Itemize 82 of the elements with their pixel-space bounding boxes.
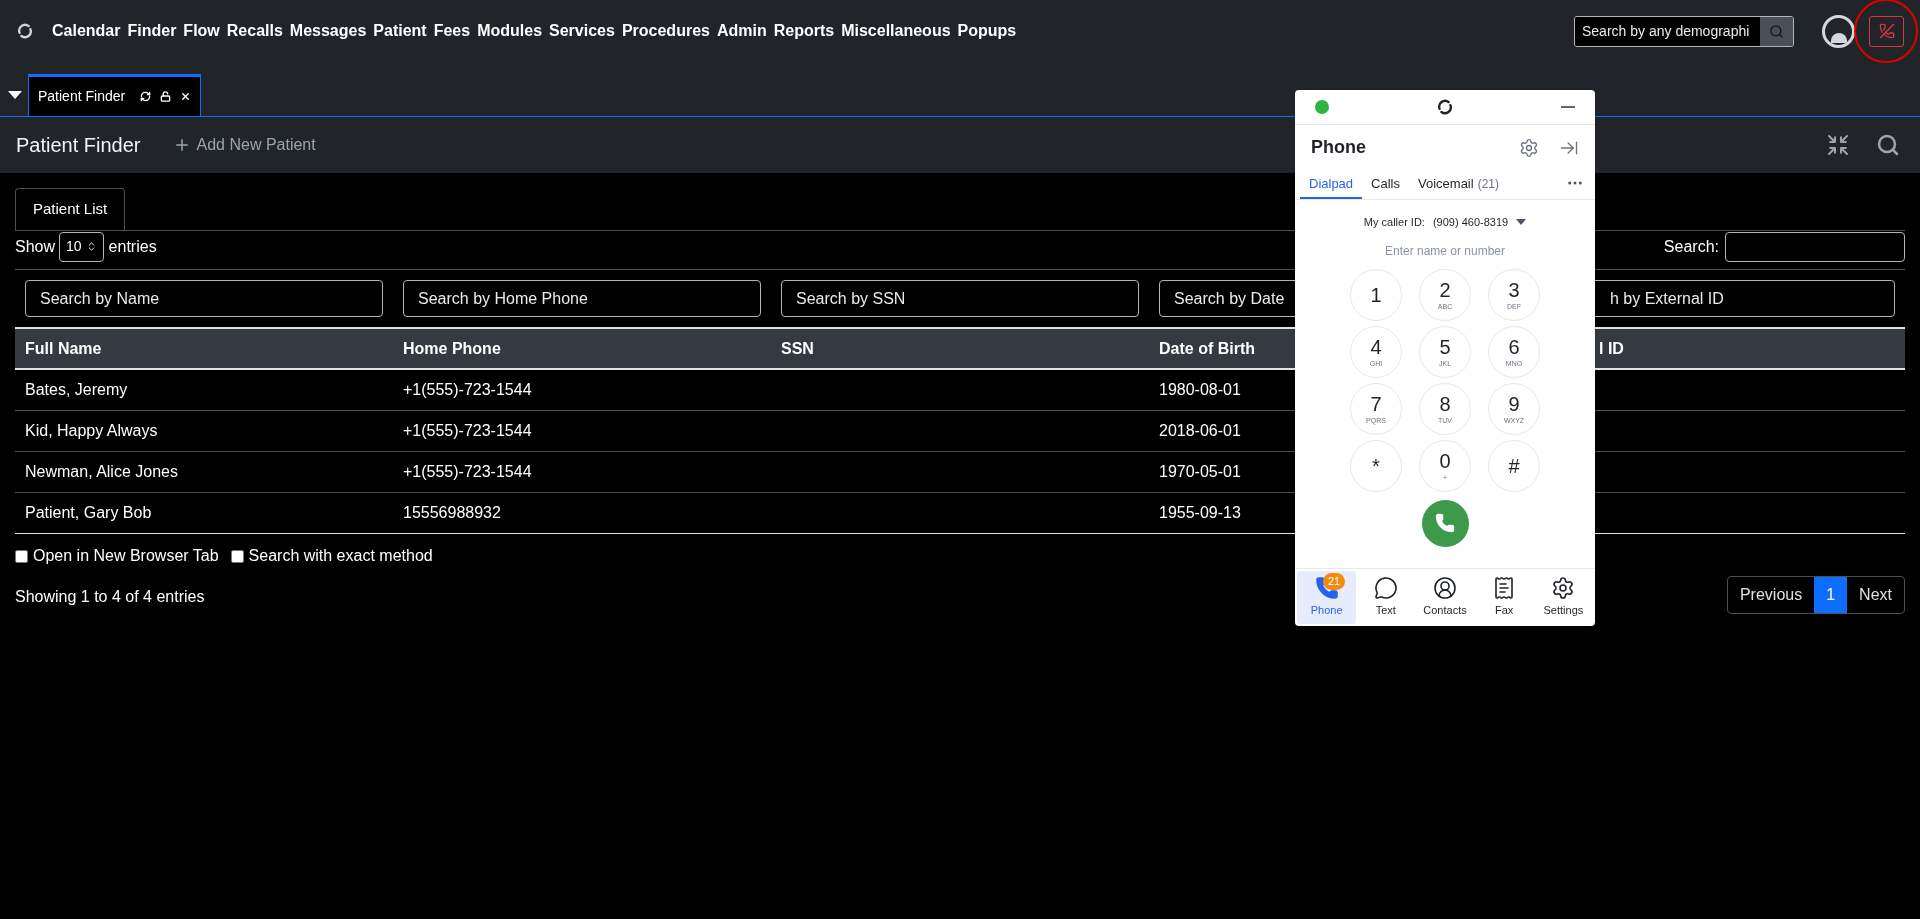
search-icon[interactable]: [1876, 133, 1900, 157]
collapse-icon[interactable]: [1826, 133, 1850, 157]
caller-id-label: My caller ID:: [1363, 215, 1425, 230]
bottom-nav-item[interactable]: Phone 21: [1297, 571, 1357, 624]
bottom-nav-item[interactable]: Fax: [1474, 571, 1534, 624]
caller-id-value[interactable]: (909) 460-8319: [1432, 214, 1509, 231]
checkbox-label[interactable]: Search with exact method: [248, 544, 433, 568]
nav-menu-item[interactable]: Recalls: [226, 19, 283, 43]
phone-icon: [1435, 513, 1455, 533]
nav-menu-item[interactable]: Reports: [773, 19, 835, 43]
column-header[interactable]: Full Name: [15, 336, 393, 361]
phone-title: Phone: [1311, 136, 1366, 159]
column-header[interactable]: SSN: [771, 336, 1149, 361]
logo-icon: [16, 22, 34, 40]
table-cell-text: Bates, Jeremy: [25, 380, 128, 400]
entries-info: Showing 1 to 4 of 4 entries: [15, 587, 205, 607]
nav-menu-item[interactable]: Services: [549, 19, 615, 43]
nav-menu-item[interactable]: Patient: [373, 19, 427, 43]
phone-tab[interactable]: Voicemail (21): [1409, 170, 1508, 199]
bottom-nav-item[interactable]: Text: [1356, 571, 1416, 624]
nav-menu-item[interactable]: Fees: [433, 19, 471, 43]
patient-list-tab[interactable]: Patient List: [15, 188, 126, 230]
column-header[interactable]: Home Phone: [393, 336, 771, 361]
page-tab[interactable]: Patient Finder: [28, 74, 202, 116]
nav-menu-item[interactable]: Popups: [957, 19, 1017, 43]
phone-tab[interactable]: Calls: [1362, 170, 1409, 199]
number-input-field[interactable]: Enter name or number: [1295, 240, 1595, 261]
bottom-nav-item[interactable]: Contacts: [1415, 571, 1475, 624]
phone-off-button[interactable]: [1869, 15, 1904, 47]
pagination-button[interactable]: Next: [1847, 577, 1904, 613]
chat-bubble-icon: [1373, 576, 1398, 601]
nav-menu-item[interactable]: Finder: [127, 19, 177, 43]
nav-menu-item[interactable]: Modules: [477, 19, 543, 43]
table-cell-text: 1955-09-13: [1159, 503, 1241, 523]
phone-off-icon: [1878, 23, 1895, 39]
bottom-nav-item[interactable]: Settings: [1533, 571, 1593, 624]
settings-icon[interactable]: [1519, 137, 1539, 158]
table-cell-text: Kid, Happy Always: [25, 421, 158, 441]
table-cell-text: Patient, Gary Bob: [25, 503, 152, 523]
table-cell-text: 15556988932: [403, 503, 501, 523]
page-length-select[interactable]: 10: [59, 231, 104, 262]
table-cell-text: 1980-08-01: [1159, 380, 1241, 400]
phone-icon: [1314, 576, 1339, 601]
close-icon[interactable]: [180, 91, 192, 102]
unlock-icon[interactable]: [160, 91, 172, 102]
table-search-field[interactable]: [1725, 232, 1905, 262]
checkbox[interactable]: [15, 549, 28, 563]
demographic-search-field[interactable]: Search by any demographi: [1574, 15, 1794, 47]
refresh-icon[interactable]: [140, 91, 152, 102]
checkbox-label[interactable]: Open in New Browser Tab: [33, 544, 219, 568]
table-cell-text: 2018-06-01: [1159, 421, 1241, 441]
nav-menu-item[interactable]: Procedures: [621, 19, 710, 43]
table-cell-text: Newman, Alice Jones: [25, 462, 178, 482]
table-cell-text: 1970-05-01: [1159, 462, 1241, 482]
nav-menu-item[interactable]: Admin: [716, 19, 767, 43]
phone-tab[interactable]: Dialpad: [1300, 170, 1363, 199]
count-badge: 21: [1323, 573, 1346, 590]
nav-menu-item[interactable]: Miscellaneous: [841, 19, 951, 43]
nav-menu-item[interactable]: Messages: [289, 19, 367, 43]
column-filter-field[interactable]: Search by Name: [25, 280, 383, 317]
nav-menu-item[interactable]: Calendar: [52, 19, 121, 43]
settings-icon: [1551, 576, 1576, 601]
page-title: Patient Finder: [16, 133, 141, 158]
add-new-patient-button[interactable]: Add New Patient: [172, 133, 316, 157]
pagination-button[interactable]: Previous: [1727, 577, 1815, 613]
column-filter-field[interactable]: Search by SSN: [781, 280, 1139, 317]
table-cell-text: +1(555)-723-1544: [403, 462, 532, 482]
search-icon: [1769, 23, 1784, 39]
logo-icon: [1436, 98, 1454, 116]
pagination-button[interactable]: 1: [1814, 577, 1848, 613]
checkbox[interactable]: [230, 549, 244, 563]
entries-label: entries: [108, 236, 157, 257]
table-cell-text: +1(555)-723-1544: [403, 380, 532, 400]
column-filter-field[interactable]: Search by Home Phone: [403, 280, 761, 317]
search-button[interactable]: [1760, 16, 1793, 46]
user-avatar-icon[interactable]: [1822, 14, 1855, 48]
contact-icon: [1433, 576, 1457, 601]
dropdown-caret-icon[interactable]: [1516, 219, 1527, 226]
nav-menu-item[interactable]: Flow: [183, 19, 220, 43]
table-cell-text: +1(555)-723-1544: [403, 421, 532, 441]
search-label: Search:: [1663, 236, 1719, 257]
show-label: Show: [15, 236, 56, 257]
